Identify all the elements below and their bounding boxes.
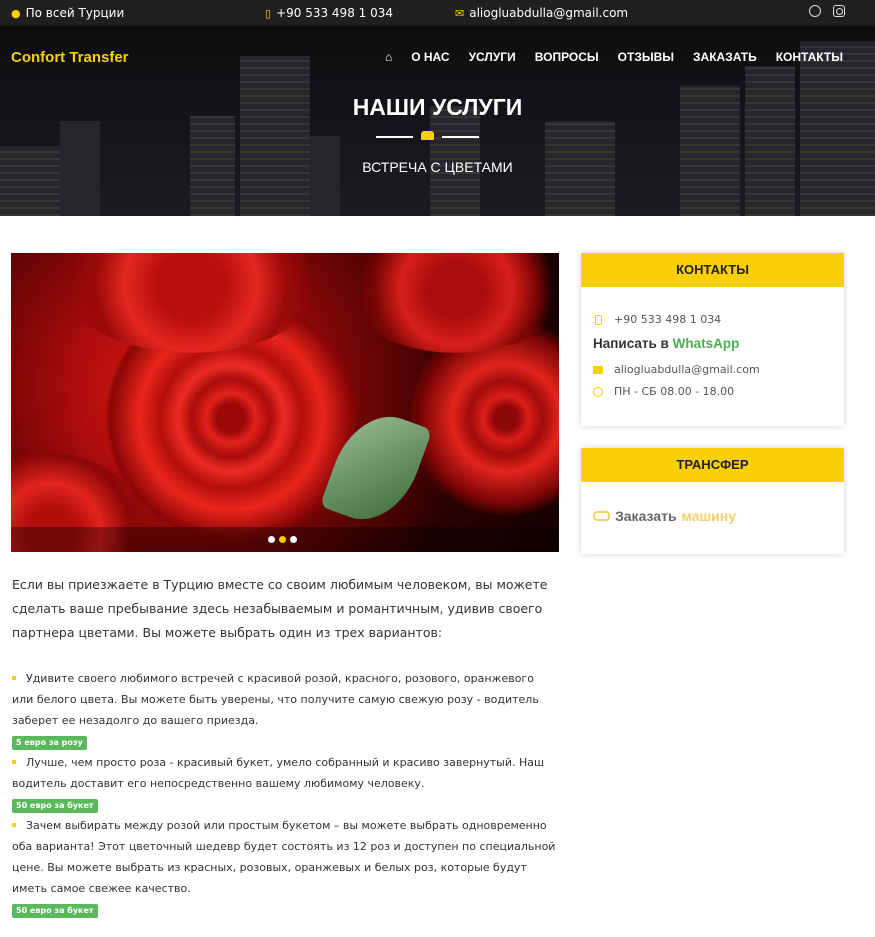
home-icon[interactable]: ⌂ bbox=[385, 50, 392, 64]
divider-line bbox=[376, 136, 413, 138]
offers-list: Удивите своего любимого встречей с краси… bbox=[12, 668, 557, 920]
location-text: По всей Турции bbox=[25, 6, 125, 20]
slider-dot-2[interactable] bbox=[279, 536, 286, 543]
page-title: НАШИ УСЛУГИ bbox=[352, 94, 523, 120]
skyline-building bbox=[745, 66, 795, 216]
image-slider[interactable] bbox=[11, 253, 559, 552]
slider-dot-3[interactable] bbox=[290, 536, 297, 543]
page-subtitle: ВСТРЕЧА С ЦВЕТАМИ bbox=[362, 159, 513, 175]
order-prefix[interactable]: Заказать bbox=[615, 508, 677, 524]
slider-dots bbox=[268, 536, 297, 543]
bullet-icon bbox=[12, 760, 16, 764]
offer-item: Зачем выбирать между розой или простым б… bbox=[12, 815, 557, 920]
nav-item-services[interactable]: УСЛУГИ bbox=[469, 50, 516, 64]
intro-paragraph: Если вы приезжаете в Турцию вместе со св… bbox=[12, 577, 548, 640]
offer-item: Лучше, чем просто роза - красивый букет,… bbox=[12, 752, 557, 815]
slider-dot-1[interactable] bbox=[268, 536, 275, 543]
price-badge: 50 евро за букет bbox=[12, 904, 98, 918]
envelope-icon: ✉ bbox=[455, 6, 465, 20]
main-nav: ⌂ О НАС УСЛУГИ ВОПРОСЫ ОТЗЫВЫ ЗАКАЗАТЬ К… bbox=[385, 50, 843, 64]
contact-email[interactable]: aliogluabdulla@gmail.com bbox=[593, 363, 760, 376]
price-badge: 50 евро за букет bbox=[12, 799, 98, 813]
nav-item-reviews[interactable]: ОТЗЫВЫ bbox=[618, 50, 674, 64]
contact-phone-text[interactable]: +90 533 498 1 034 bbox=[614, 313, 721, 326]
contact-hours-text: ПН - СБ 08.00 - 18.00 bbox=[614, 385, 735, 398]
taxi-icon bbox=[421, 131, 434, 140]
phone-info[interactable]: ▯ +90 533 498 1 034 bbox=[265, 6, 393, 20]
skyline-building bbox=[0, 146, 60, 216]
contacts-card-title: КОНТАКТЫ bbox=[581, 253, 844, 287]
skyline-building bbox=[800, 41, 875, 216]
nav-item-contacts[interactable]: КОНТАКТЫ bbox=[776, 50, 843, 64]
skyline-building bbox=[240, 56, 310, 216]
nav-item-about[interactable]: О НАС bbox=[411, 50, 449, 64]
price-badge: 5 евро за розу bbox=[12, 736, 87, 750]
map-marker-icon: ● bbox=[11, 6, 21, 20]
whatsapp-link[interactable]: Написать в WhatsApp bbox=[593, 336, 739, 351]
mobile-phone-icon bbox=[595, 314, 602, 325]
title-divider bbox=[376, 129, 479, 145]
handshake-icon bbox=[593, 511, 610, 521]
order-word[interactable]: машину bbox=[682, 508, 736, 524]
phone-text[interactable]: +90 533 498 1 034 bbox=[276, 6, 393, 20]
transfer-card: ТРАНСФЕР Заказать машину bbox=[581, 448, 844, 554]
social-links bbox=[809, 5, 845, 17]
bullet-icon bbox=[12, 823, 16, 827]
offer-description: Зачем выбирать между розой или простым б… bbox=[12, 819, 556, 895]
transfer-card-title: ТРАНСФЕР bbox=[581, 448, 844, 482]
envelope-icon bbox=[593, 365, 603, 374]
whatsapp-prefix: Написать в bbox=[593, 336, 669, 351]
order-car-link[interactable]: Заказать машину bbox=[593, 508, 736, 524]
contact-hours: ПН - СБ 08.00 - 18.00 bbox=[593, 385, 734, 398]
top-bar: ● По всей Турции ▯ +90 533 498 1 034 ✉ a… bbox=[0, 0, 875, 26]
whatsapp-icon[interactable] bbox=[809, 5, 821, 17]
mobile-phone-icon: ▯ bbox=[265, 6, 272, 20]
offer-text: Удивите своего любимого встречей с краси… bbox=[12, 668, 557, 731]
nav-item-faq[interactable]: ВОПРОСЫ bbox=[535, 50, 599, 64]
hero-banner: Confort Transfer ⌂ О НАС УСЛУГИ ВОПРОСЫ … bbox=[0, 26, 875, 216]
location-info: ● По всей Турции bbox=[11, 6, 124, 20]
bullet-icon bbox=[12, 676, 16, 680]
rose-image bbox=[341, 253, 559, 353]
contact-phone[interactable]: +90 533 498 1 034 bbox=[593, 313, 721, 326]
offer-text: Лучше, чем просто роза - красивый букет,… bbox=[12, 752, 557, 794]
divider-line bbox=[442, 136, 479, 138]
email-info[interactable]: ✉ aliogluabdulla@gmail.com bbox=[455, 6, 628, 20]
skyline-building bbox=[310, 136, 340, 216]
offer-item: Удивите своего любимого встречей с краси… bbox=[12, 668, 557, 752]
contacts-card: КОНТАКТЫ +90 533 498 1 034 Написать в Wh… bbox=[581, 253, 844, 426]
nav-item-order[interactable]: ЗАКАЗАТЬ bbox=[693, 50, 757, 64]
brand-logo[interactable]: Confort Transfer bbox=[11, 49, 129, 66]
instagram-icon[interactable] bbox=[833, 5, 845, 17]
offer-description: Лучше, чем просто роза - красивый букет,… bbox=[12, 756, 545, 790]
email-text[interactable]: aliogluabdulla@gmail.com bbox=[469, 6, 628, 20]
whatsapp-word[interactable]: WhatsApp bbox=[673, 336, 740, 351]
clock-icon bbox=[593, 386, 603, 397]
offer-text: Зачем выбирать между розой или простым б… bbox=[12, 815, 557, 899]
offer-description: Удивите своего любимого встречей с краси… bbox=[12, 672, 539, 727]
contact-email-text[interactable]: aliogluabdulla@gmail.com bbox=[614, 363, 760, 376]
